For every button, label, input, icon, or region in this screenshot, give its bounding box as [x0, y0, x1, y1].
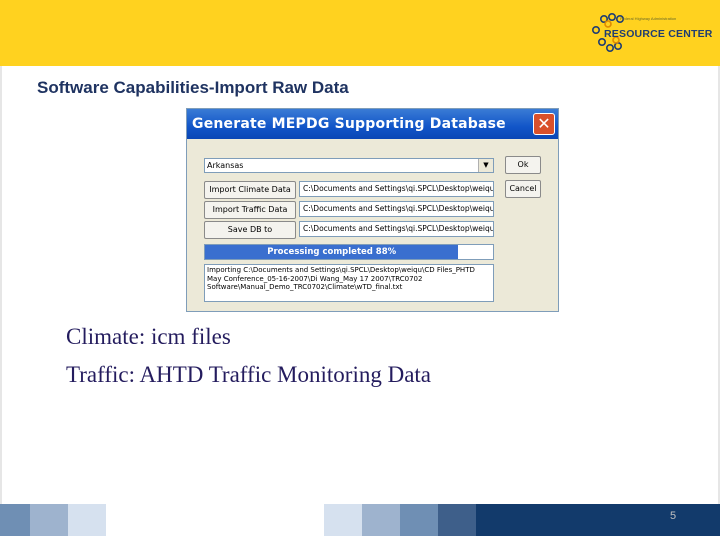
state-select-value: Arkansas — [207, 161, 244, 170]
save-db-button[interactable]: Save DB to — [204, 221, 296, 239]
bullet-traffic: Traffic: AHTD Traffic Monitoring Data — [66, 362, 432, 387]
resource-center-logo: Federal Highway Administration RESOURCE … — [590, 10, 713, 56]
footer-segment — [106, 504, 324, 536]
climate-path-field[interactable]: C:\Documents and Settings\qi.SPCL\Deskto… — [299, 181, 494, 197]
logo-title: RESOURCE CENTER — [604, 28, 713, 40]
footer-segment — [476, 504, 720, 536]
dialog-titlebar[interactable]: Generate MEPDG Supporting Database ✕ — [187, 109, 558, 139]
traffic-path-field[interactable]: C:\Documents and Settings\qi.SPCL\Deskto… — [299, 201, 494, 217]
import-log[interactable]: Importing C:\Documents and Settings\qi.S… — [204, 264, 494, 302]
bullet-list: Climate: icm files Traffic: AHTD Traffic… — [66, 318, 431, 394]
state-select[interactable]: Arkansas ▼ — [204, 158, 494, 173]
close-icon[interactable]: ✕ — [533, 113, 555, 135]
log-line: Software\Manual_Demo_TRC0702\Climate\wTD… — [207, 283, 403, 291]
footer-segment — [362, 504, 400, 536]
ok-button[interactable]: Ok — [505, 156, 541, 174]
logo-subtitle: Federal Highway Administration — [620, 16, 677, 21]
import-climate-button[interactable]: Import Climate Data — [204, 181, 296, 199]
page-number: 5 — [670, 510, 677, 522]
footer-segment — [324, 504, 362, 536]
page-title: Software Capabilities-Import Raw Data — [37, 78, 349, 97]
progress-text: Processing completed 88% — [267, 247, 397, 257]
footer-segment — [0, 504, 30, 536]
bullet-climate: Climate: icm files — [66, 324, 231, 349]
footer-segment — [400, 504, 438, 536]
import-traffic-button[interactable]: Import Traffic Data — [204, 201, 296, 219]
log-line: Importing C:\Documents and Settings\qi.S… — [207, 266, 475, 274]
dialog-title: Generate MEPDG Supporting Database — [192, 116, 506, 132]
footer-band — [0, 504, 720, 540]
save-path-field[interactable]: C:\Documents and Settings\qi.SPCL\Deskto… — [299, 221, 494, 237]
footer-segment — [438, 504, 476, 536]
footer-segment — [30, 504, 68, 536]
footer-segment — [68, 504, 106, 536]
cancel-button[interactable]: Cancel — [505, 180, 541, 198]
log-line: May Conference_05-16-2007\Di Wang_May 17… — [207, 274, 423, 283]
progress-bar: Processing completed 88% — [204, 244, 494, 260]
chevron-down-icon[interactable]: ▼ — [478, 159, 493, 172]
generate-db-dialog: Generate MEPDG Supporting Database ✕ Ark… — [186, 108, 559, 312]
